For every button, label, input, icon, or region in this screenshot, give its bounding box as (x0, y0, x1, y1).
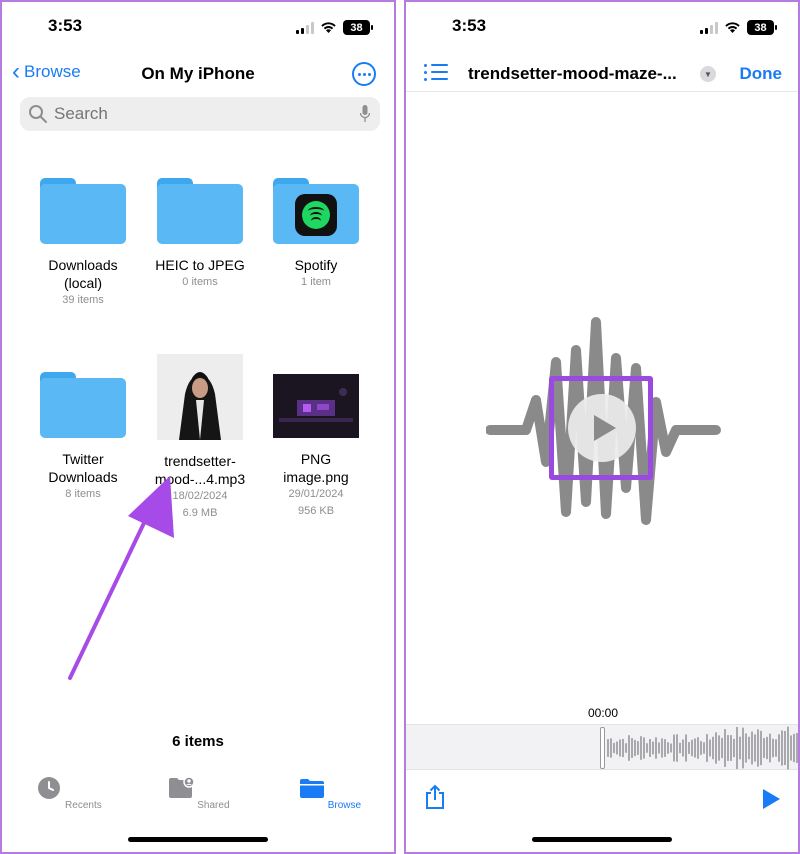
play-icon[interactable] (763, 789, 780, 809)
spotify-folder-icon (273, 178, 359, 244)
battery-icon: 38 (747, 20, 777, 35)
home-indicator (128, 837, 268, 842)
search-icon (29, 105, 47, 123)
shared-folder-icon (169, 776, 196, 798)
status-icons: 38 (296, 20, 373, 35)
folder-item[interactable]: Downloads (local) 39 items (25, 178, 141, 309)
share-icon[interactable] (424, 784, 446, 810)
tab-label: Browse (327, 800, 362, 811)
item-count: 39 items (62, 294, 104, 306)
spotify-logo-icon (295, 194, 337, 236)
tab-label: Recents (65, 800, 102, 811)
audio-scrubber[interactable] (406, 724, 798, 770)
annotation-highlight-box (549, 376, 653, 480)
item-count: 0 items (182, 276, 218, 288)
cellular-signal-icon (700, 21, 718, 34)
page-title: On My iPhone (141, 64, 255, 83)
item-name: PNG image.png (283, 451, 349, 485)
status-bar: 3:53 38 (2, 16, 394, 40)
status-time: 3:53 (452, 16, 487, 35)
folder-icon (157, 178, 243, 244)
folder-item[interactable]: Spotify 1 item (258, 178, 374, 291)
status-icons: 38 (700, 20, 777, 35)
item-name: Spotify (294, 257, 338, 273)
playhead-handle[interactable] (600, 727, 605, 769)
item-name: HEIC to JPEG (155, 257, 245, 273)
audio-preview-screen: 3:53 38 trendsetter-mood-maze-... ▼ Done… (404, 0, 800, 854)
search-input[interactable] (54, 104, 344, 124)
album-art-thumbnail (157, 354, 243, 440)
item-date: 29/01/2024 (288, 488, 344, 500)
preview-navigation-bar: trendsetter-mood-maze-... ▼ Done (406, 58, 798, 92)
status-bar: 3:53 38 (406, 16, 798, 40)
cellular-signal-icon (296, 21, 314, 34)
wifi-icon (321, 22, 336, 33)
microphone-icon[interactable] (360, 105, 370, 123)
home-indicator (532, 837, 672, 842)
item-size: 956 KB (297, 505, 335, 517)
folder-icon (40, 178, 126, 244)
item-count: 1 item (301, 276, 331, 288)
folder-icon (40, 372, 126, 438)
list-icon[interactable] (424, 62, 448, 82)
image-file-item[interactable]: PNG image.png 29/01/2024 956 KB (258, 354, 374, 520)
tab-browse[interactable]: Browse (290, 776, 370, 811)
image-thumbnail (273, 374, 359, 438)
wifi-icon (725, 22, 740, 33)
tab-recents[interactable]: Recents (29, 776, 109, 811)
battery-icon: 38 (343, 20, 373, 35)
folder-item[interactable]: HEIC to JPEG 0 items (142, 178, 258, 291)
search-bar[interactable] (20, 97, 380, 131)
playback-time: 00:00 (587, 706, 619, 720)
screenshot-canvas: 3:53 38 ‹ Browse On My iPhone Downloads … (0, 0, 800, 854)
chevron-down-icon[interactable]: ▼ (700, 66, 716, 82)
items-count: 6 items (172, 733, 224, 750)
files-app-screen: 3:53 38 ‹ Browse On My iPhone Downloads … (0, 0, 396, 854)
annotation-arrow-icon (68, 476, 174, 680)
preview-toolbar (406, 784, 798, 814)
status-time: 3:53 (48, 16, 83, 35)
file-title: trendsetter-mood-maze-... (468, 64, 677, 83)
folder-icon (299, 779, 324, 798)
clock-icon (38, 777, 61, 799)
tab-shared[interactable]: Shared (159, 776, 239, 811)
done-button[interactable]: Done (740, 64, 783, 84)
item-name: Downloads (local) (48, 257, 118, 291)
tab-label: Shared (197, 800, 230, 811)
more-options-button[interactable] (352, 62, 376, 86)
tab-bar: Recents Shared Browse (2, 772, 394, 822)
navigation-bar: ‹ Browse On My iPhone (2, 58, 394, 90)
